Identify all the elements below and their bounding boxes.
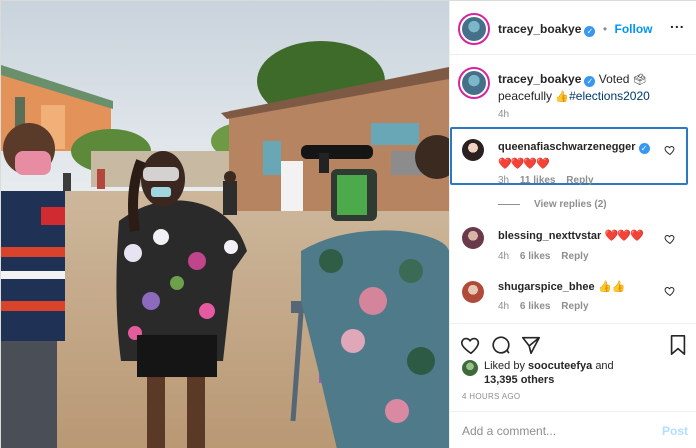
caption-username[interactable]: tracey_boakye: [498, 72, 581, 86]
comment-username[interactable]: queenafiaschwarzenegger: [498, 141, 636, 153]
comment-text: 👍👍: [597, 280, 626, 293]
comment-reply-button[interactable]: Reply: [561, 301, 588, 312]
comment-likes[interactable]: 6 likes: [520, 251, 551, 262]
caption-part2: peacefully: [498, 89, 553, 103]
comment-likes[interactable]: 6 likes: [520, 301, 551, 312]
comment-time: 4h: [498, 251, 510, 262]
likes-count[interactable]: 13,395 others: [484, 374, 554, 386]
view-replies-label: View replies (2): [534, 199, 607, 210]
comment-reply-button[interactable]: Reply: [561, 251, 588, 262]
liker-username[interactable]: soocuteefya: [528, 360, 592, 372]
comment-time: 4h: [498, 301, 510, 312]
post-timestamp: 4 HOURS AGO: [462, 392, 521, 401]
comment-1: queenafiaschwarzenegger ✓ ❤️❤️❤️❤️: [498, 138, 668, 172]
verified-badge-icon: ✓: [638, 143, 650, 154]
thumbs-up-icon: 👍: [555, 90, 570, 103]
comment-2: blessing_nexttvstar ❤️❤️❤️: [498, 227, 668, 244]
post-comment-button[interactable]: Post: [662, 424, 688, 438]
comment-meta-3: 4h 6 likes Reply: [498, 301, 589, 312]
header-text: tracey_boakye ✓ • Follow: [498, 20, 653, 38]
liker-avatar[interactable]: [462, 360, 478, 376]
comment-like-heart-icon[interactable]: [664, 144, 676, 156]
author-avatar-image: [462, 17, 486, 41]
comment-username[interactable]: shugarspice_bhee: [498, 281, 595, 293]
header-separator: •: [602, 22, 608, 36]
post-header: tracey_boakye ✓ • Follow ...: [450, 1, 696, 55]
follow-button[interactable]: Follow: [615, 22, 653, 36]
comment-meta-1: 3h 11 likes Reply: [498, 175, 594, 186]
heart-outline-icon[interactable]: [460, 334, 482, 356]
ballot-box-icon: 🗳: [632, 73, 647, 86]
view-replies-button[interactable]: View replies (2): [498, 199, 607, 210]
caption-text: tracey_boakye ✓ Voted 🗳 peacefully 👍#elec…: [498, 71, 688, 105]
caption-avatar[interactable]: [458, 67, 490, 99]
verified-badge-icon: ✓: [584, 76, 596, 87]
comment-avatar-2[interactable]: [462, 227, 484, 249]
author-username[interactable]: tracey_boakye: [498, 22, 581, 36]
caption-time: 4h: [498, 109, 510, 120]
comment-like-heart-icon[interactable]: [664, 233, 676, 245]
action-bar: Liked by soocuteefya and 13,395 others 4…: [450, 323, 696, 411]
more-options-icon[interactable]: ...: [670, 15, 685, 31]
comment-time: 3h: [498, 175, 510, 186]
likes-summary: Liked by soocuteefya and 13,395 others: [484, 359, 684, 387]
comment-like-heart-icon[interactable]: [664, 285, 676, 297]
post-photo[interactable]: [1, 1, 449, 448]
comment-likes[interactable]: 11 likes: [520, 175, 556, 186]
instagram-post: tracey_boakye ✓ • Follow ... tracey_boaky…: [0, 0, 696, 448]
post-sidebar: tracey_boakye ✓ • Follow ... tracey_boaky…: [449, 1, 696, 448]
caption-hashtag[interactable]: #elections2020: [569, 89, 650, 103]
author-avatar[interactable]: [458, 13, 490, 45]
bookmark-icon[interactable]: [668, 334, 688, 356]
speech-bubble-icon[interactable]: [490, 334, 512, 356]
caption-avatar-image: [462, 71, 486, 95]
comment-avatar-3[interactable]: [462, 281, 484, 303]
paper-plane-icon[interactable]: [520, 334, 542, 356]
caption-part1: Voted: [598, 72, 630, 86]
comment-reply-button[interactable]: Reply: [566, 175, 593, 186]
comment-text: ❤️❤️❤️❤️: [498, 157, 550, 170]
likes-prefix: Liked by: [484, 360, 525, 372]
comment-meta-2: 4h 6 likes Reply: [498, 251, 589, 262]
add-comment-bar: Add a comment... Post: [450, 411, 696, 448]
comment-text: ❤️❤️❤️: [604, 229, 644, 242]
likes-and: and: [595, 360, 614, 372]
comment-input[interactable]: Add a comment...: [462, 424, 556, 438]
verified-badge-icon: ✓: [584, 26, 596, 37]
comment-avatar-1[interactable]: [462, 139, 484, 161]
replies-divider: [498, 203, 520, 205]
post-photo-illustration: [1, 1, 449, 448]
comment-3: shugarspice_bhee 👍👍: [498, 278, 668, 295]
comment-username[interactable]: blessing_nexttvstar: [498, 230, 601, 242]
